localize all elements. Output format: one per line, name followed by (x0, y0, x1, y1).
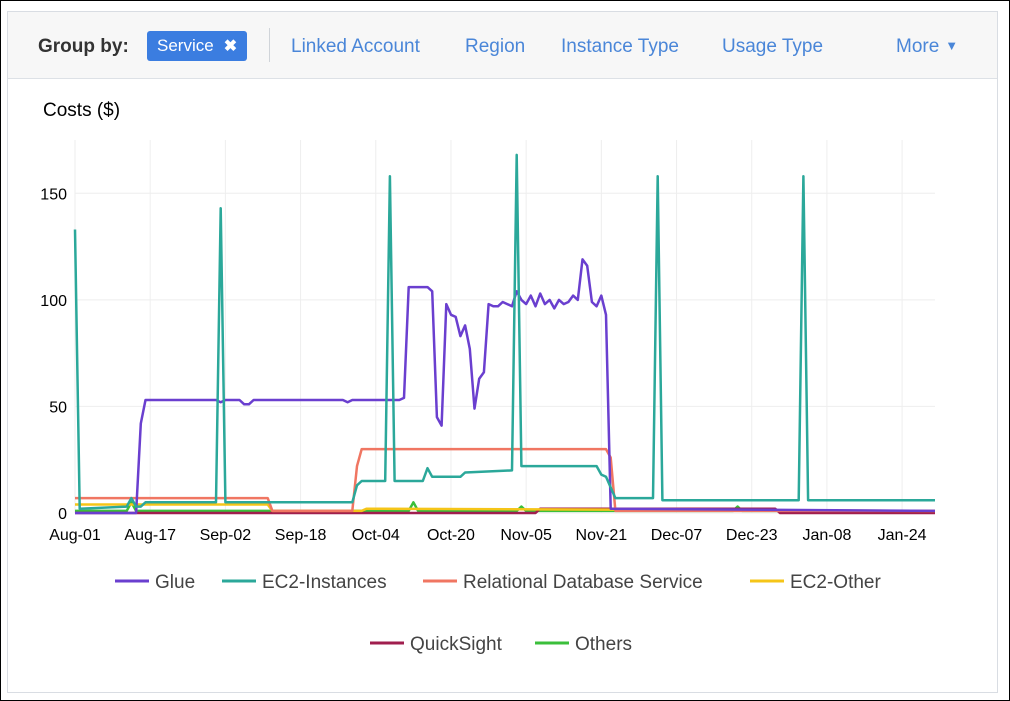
x-tick-label-10: Jan-08 (802, 527, 851, 544)
series-lines (73, 153, 936, 515)
x-tick-label-4: Oct-04 (352, 527, 400, 544)
legend-label-5: Others (575, 634, 632, 655)
y-axis-title: Costs ($) (43, 100, 120, 121)
x-tick-label-7: Nov-21 (576, 527, 628, 544)
legend-label-0: Glue (155, 572, 195, 593)
series-line-1 (73, 153, 935, 510)
x-tick-label-2: Sep-02 (200, 527, 252, 544)
x-tick-label-3: Sep-18 (275, 527, 327, 544)
y-tick-label-3: 150 (40, 186, 67, 203)
y-tick-label-1: 50 (49, 399, 67, 416)
cost-line-chart: Costs ($) Aug-01 Aug-17 Sep-02 Sep-18 Oct-04… (40, 100, 936, 655)
legend-label-1: EC2-Instances (262, 572, 387, 593)
chart-legend: Glue EC2-Instances Relational Database Ser… (115, 572, 881, 655)
x-tick-label-8: Dec-07 (651, 527, 703, 544)
x-tick-label-0: Aug-01 (49, 527, 101, 544)
x-tick-label-1: Aug-17 (124, 527, 176, 544)
x-tick-label-11: Jan-24 (878, 527, 927, 544)
legend-label-3: EC2-Other (790, 572, 881, 593)
x-tick-label-9: Dec-23 (726, 527, 778, 544)
x-tick-label-6: Nov-05 (500, 527, 552, 544)
legend-label-4: QuickSight (410, 634, 503, 655)
legend-label-2: Relational Database Service (463, 572, 703, 593)
x-tick-label-5: Oct-20 (427, 527, 475, 544)
y-tick-label-0: 0 (58, 506, 67, 523)
y-tick-label-2: 100 (40, 293, 67, 310)
